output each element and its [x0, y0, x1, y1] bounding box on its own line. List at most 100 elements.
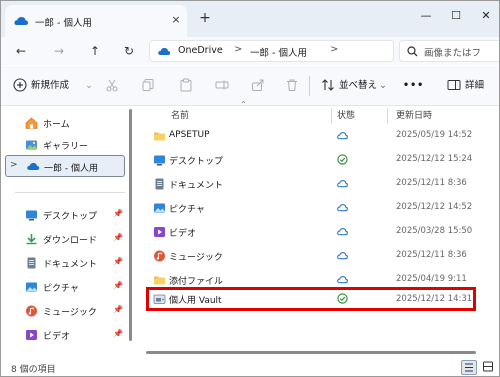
search-box[interactable]: 画像またはフ: [399, 40, 499, 62]
sidebar-item-label: ダウンロード: [43, 236, 98, 246]
new-tab-button[interactable]: +: [197, 10, 213, 26]
cut-icon[interactable]: [105, 78, 119, 92]
paste-icon[interactable]: [179, 78, 193, 92]
file-modified-date: 2025/12/12 15:24: [396, 154, 473, 164]
desktop-icon: [25, 209, 38, 221]
details-view-icon[interactable]: [461, 360, 477, 375]
download-icon: [25, 233, 38, 245]
cloud-status-icon: [337, 226, 348, 237]
onedrive-icon: [157, 46, 171, 57]
music-icon: [25, 305, 38, 317]
sidebar-item-videos[interactable]: ビデオ 📌: [1, 324, 127, 346]
column-divider[interactable]: [331, 108, 332, 124]
rename-icon[interactable]: [215, 78, 229, 92]
copy-icon[interactable]: [141, 78, 155, 92]
minimize-button[interactable]: —: [415, 7, 437, 25]
tab-onedrive-personal[interactable]: 一郎 - 個人用 ×: [5, 5, 187, 37]
delete-icon[interactable]: [285, 78, 299, 92]
file-name: ミュージック: [169, 253, 223, 263]
cloud-status-icon: [337, 178, 348, 189]
pin-icon[interactable]: 📌: [113, 281, 123, 290]
column-header-modified[interactable]: 更新日時: [396, 106, 432, 126]
synced-status-icon: [337, 154, 348, 165]
pin-icon[interactable]: 📌: [113, 329, 123, 338]
sidebar-scrollbar[interactable]: [129, 109, 132, 341]
file-modified-date: 2025/05/19 14:52: [396, 130, 473, 140]
address-bar[interactable]: OneDrive > 一郎 - 個人用 >: [149, 40, 394, 62]
close-button[interactable]: ✕: [475, 7, 497, 25]
file-row-apsetup[interactable]: APSETUP 2025/05/19 14:52: [141, 124, 481, 148]
more-options-button[interactable]: •••: [403, 76, 424, 96]
expand-chevron-icon[interactable]: >: [10, 160, 18, 170]
breadcrumb-onedrive[interactable]: OneDrive: [178, 45, 223, 56]
forward-button[interactable]: →: [49, 42, 69, 60]
file-row-videos[interactable]: ビデオ 2025/03/28 15:50: [141, 220, 481, 244]
synced-status-icon: [337, 293, 348, 304]
videos-icon: [25, 329, 38, 341]
sidebar-divider: [15, 192, 125, 193]
documents-icon: [25, 257, 38, 269]
column-header-name[interactable]: 名前: [171, 106, 189, 126]
column-divider[interactable]: [387, 108, 388, 124]
pin-icon[interactable]: 📌: [113, 233, 123, 242]
vault-icon: [153, 293, 166, 305]
chevron-down-icon[interactable]: ⌄: [85, 76, 93, 96]
pin-icon[interactable]: 📌: [113, 257, 123, 266]
folder-icon: [153, 130, 166, 142]
file-modified-date: 2025/03/28 15:50: [396, 226, 473, 236]
sort-button[interactable]: 並べ替え: [339, 76, 377, 96]
breadcrumb-separator[interactable]: >: [234, 44, 242, 55]
home-icon: [25, 117, 38, 129]
maximize-button[interactable]: ☐: [445, 7, 467, 25]
cloud-status-icon: [337, 202, 348, 213]
pin-icon[interactable]: 📌: [113, 209, 123, 218]
new-button[interactable]: 新規作成: [31, 76, 69, 96]
breadcrumb-separator[interactable]: >: [330, 44, 338, 55]
cloud-status-icon: [337, 250, 348, 261]
cloud-status-icon: [337, 130, 348, 141]
file-row-pictures[interactable]: ピクチャ 2025/12/12 14:52: [141, 196, 481, 220]
tab-label: 一郎 - 個人用: [35, 18, 92, 29]
pin-icon[interactable]: 📌: [113, 305, 123, 314]
breadcrumb-current-folder[interactable]: 一郎 - 個人用: [250, 45, 307, 59]
column-header-status[interactable]: 状態: [337, 106, 355, 126]
sidebar-item-label: ビデオ: [43, 332, 71, 342]
search-icon: [407, 46, 418, 57]
share-icon[interactable]: [251, 78, 265, 92]
file-name: 添付ファイル: [169, 277, 224, 287]
tiles-view-icon[interactable]: [481, 360, 497, 375]
search-placeholder: 画像またはフ: [424, 48, 482, 59]
file-row-desktop[interactable]: デスクトップ 2025/12/12 15:24: [141, 148, 481, 172]
back-button[interactable]: ←: [11, 42, 31, 60]
sidebar-item-downloads[interactable]: ダウンロード 📌: [1, 228, 127, 250]
file-explorer-window: 一郎 - 個人用 × + — ☐ ✕ ← → ↑ ↻ OneDrive > 一郎…: [0, 0, 500, 377]
file-row-personal-vault[interactable]: 個人用 Vault 2025/12/12 14:31: [146, 287, 476, 311]
file-name: ドキュメント: [169, 181, 224, 191]
refresh-button[interactable]: ↻: [119, 42, 139, 60]
folder-icon: [153, 274, 166, 286]
file-row-documents[interactable]: ドキュメント 2025/12/11 8:36: [141, 172, 481, 196]
sidebar-item-desktop[interactable]: デスクトップ 📌: [1, 204, 127, 226]
details-button[interactable]: 詳細: [465, 76, 484, 96]
file-list: ⌃ 名前 状態 更新日時 APSETUP 2025/05/19 14:52 デス…: [141, 100, 499, 356]
cloud-status-icon: [337, 274, 348, 285]
horizontal-scrollbar[interactable]: [146, 351, 476, 354]
sidebar-item-pictures[interactable]: ピクチャ 📌: [1, 276, 127, 298]
file-name: ピクチャ: [169, 205, 205, 215]
sidebar-item-documents[interactable]: ドキュメント 📌: [1, 252, 127, 274]
file-name: APSETUP: [169, 130, 210, 140]
sidebar-item-label: ピクチャ: [43, 284, 79, 294]
up-button[interactable]: ↑: [85, 42, 105, 60]
sort-icon: [321, 78, 335, 92]
file-name: デスクトップ: [169, 157, 224, 167]
sidebar-item-gallery[interactable]: ギャラリー: [1, 134, 127, 156]
chevron-down-icon[interactable]: ⌄: [379, 76, 387, 96]
sidebar-item-music[interactable]: ミュージック 📌: [1, 300, 127, 322]
sidebar-item-label: ドキュメント: [43, 260, 98, 270]
sidebar-item-onedrive-personal[interactable]: > 一郎 - 個人用: [5, 155, 125, 177]
sidebar-item-label: ホーム: [43, 120, 70, 130]
new-icon: [13, 78, 27, 92]
tab-close-icon[interactable]: ×: [169, 13, 183, 27]
file-row-music[interactable]: ミュージック 2025/12/11 8:36: [141, 244, 481, 268]
sidebar-item-home[interactable]: ホーム: [1, 112, 127, 134]
